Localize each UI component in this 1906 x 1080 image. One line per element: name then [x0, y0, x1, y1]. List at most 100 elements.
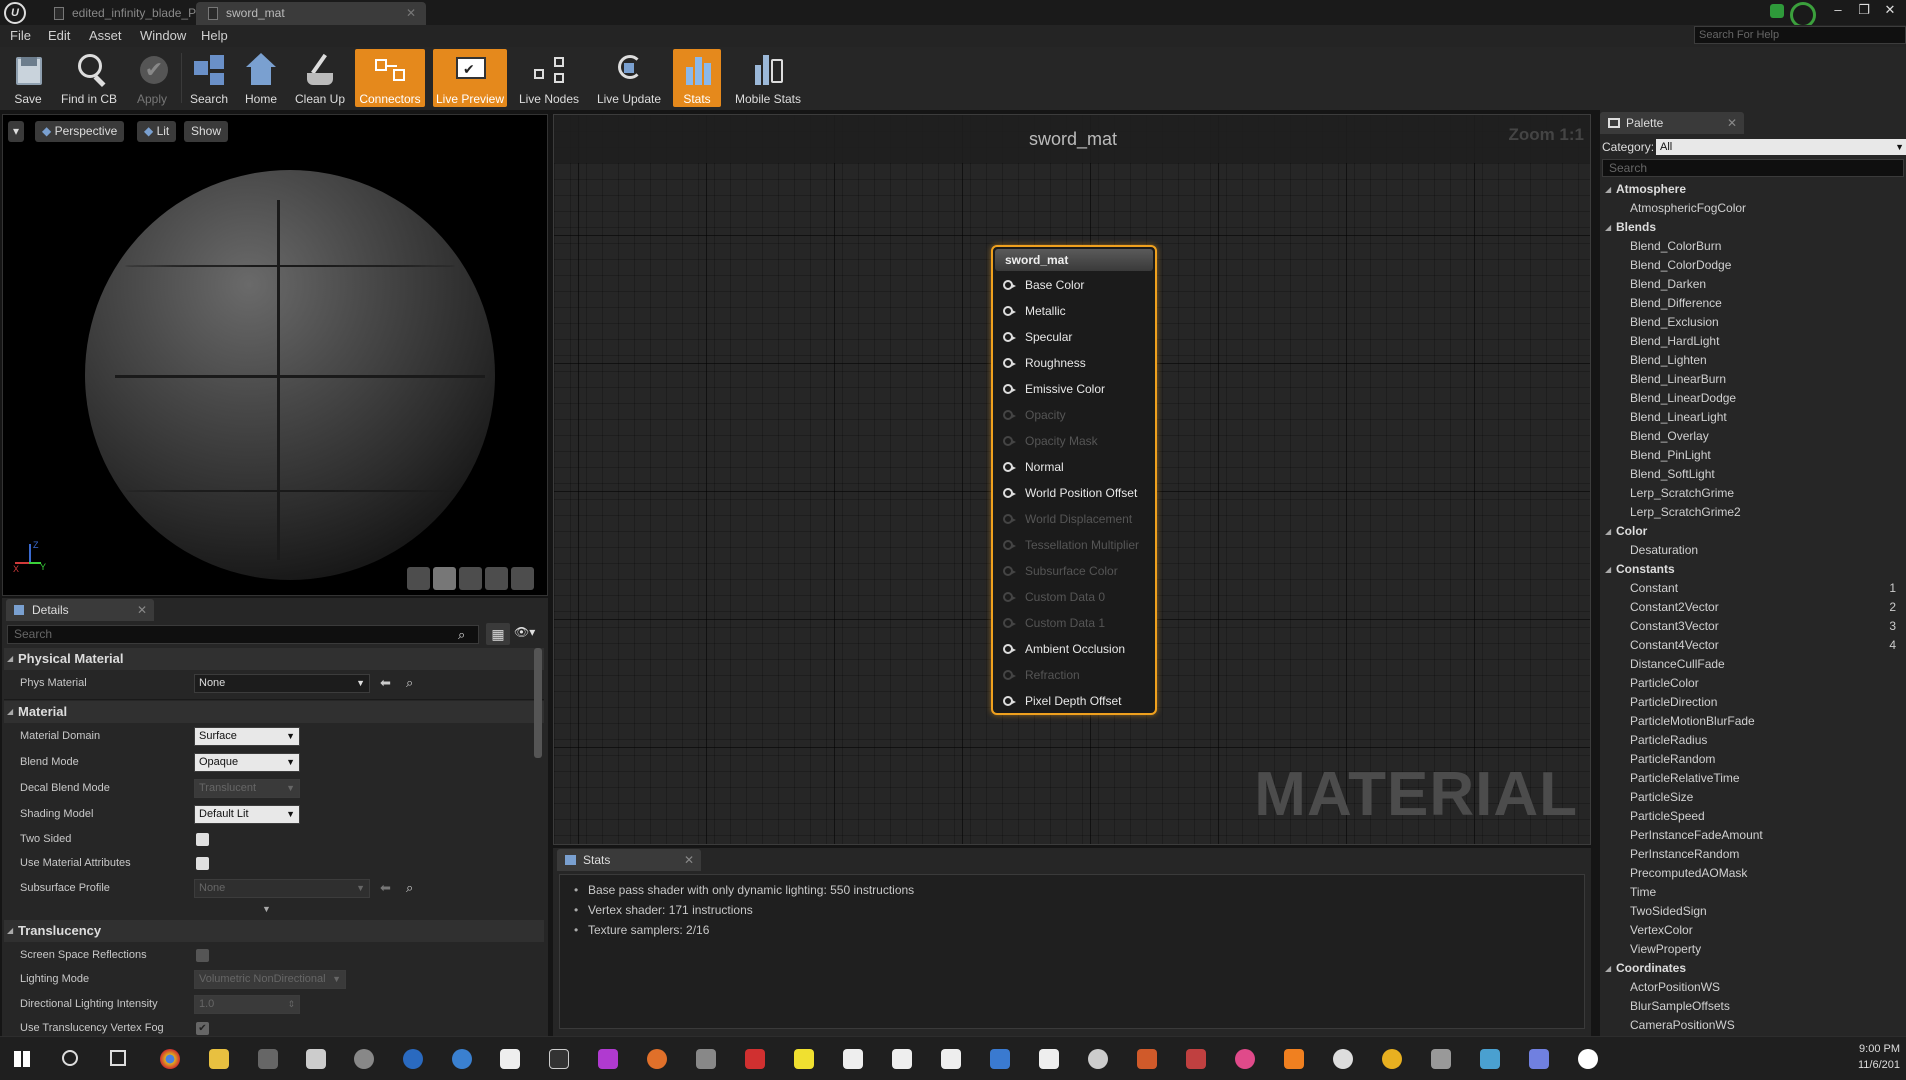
app-icon[interactable] [1333, 1049, 1353, 1069]
cylinder-preview-button[interactable] [407, 567, 430, 590]
palette-category[interactable]: Coordinates [1600, 959, 1906, 978]
app-icon[interactable] [598, 1049, 618, 1069]
pin-refraction[interactable]: Refraction [1003, 665, 1080, 685]
palette-item[interactable]: ParticleSize [1600, 788, 1906, 807]
app-icon[interactable] [843, 1049, 863, 1069]
pin-connector-icon[interactable] [1003, 280, 1016, 290]
lit-button[interactable]: ◆ Lit [137, 121, 177, 142]
material-result-node[interactable]: sword_mat Base Color Metallic Specular Roug… [991, 245, 1157, 715]
directional-lighting-intensity-spinbox[interactable]: 1.0 ⇕ [194, 995, 300, 1014]
phys-material-combo[interactable]: None ▼ [194, 674, 370, 693]
palette-item[interactable]: Blend_Exclusion [1600, 313, 1906, 332]
minimize-icon[interactable]: – [1826, 0, 1850, 22]
decal-blend-mode-combo[interactable]: Translucent ▼ [194, 779, 300, 798]
palette-item[interactable]: BlurSampleOffsets [1600, 997, 1906, 1016]
pin-roughness[interactable]: Roughness [1003, 353, 1086, 373]
palette-category[interactable]: Constants [1600, 560, 1906, 579]
pin-connector-icon[interactable] [1003, 306, 1016, 316]
palette-category[interactable]: Atmosphere [1600, 180, 1906, 199]
palette-item[interactable]: PerInstanceRandom [1600, 845, 1906, 864]
pin-connector-icon[interactable] [1003, 410, 1016, 420]
pin-subsurface-color[interactable]: Subsurface Color [1003, 561, 1118, 581]
palette-item[interactable]: ParticleDirection [1600, 693, 1906, 712]
pin-custom-data-1[interactable]: Custom Data 1 [1003, 613, 1105, 633]
pin-custom-data-0[interactable]: Custom Data 0 [1003, 587, 1105, 607]
sphere-preview-button[interactable] [433, 567, 456, 590]
close-tab-icon[interactable]: ✕ [1727, 112, 1737, 134]
search-button[interactable]: Search [186, 49, 232, 107]
palette-item[interactable]: Blend_ColorDodge [1600, 256, 1906, 275]
itunes-icon[interactable] [1235, 1049, 1255, 1069]
pin-connector-icon[interactable] [1003, 592, 1016, 602]
system-clock[interactable]: 9:00 PM 11/6/201 [1858, 1041, 1900, 1073]
details-scrollbar[interactable] [534, 648, 542, 758]
palette-item[interactable]: ViewProperty [1600, 940, 1906, 959]
palette-item[interactable]: Constant2Vector 2 [1600, 598, 1906, 617]
task-view-icon[interactable] [110, 1050, 126, 1066]
live-update-button[interactable]: Live Update [592, 49, 666, 107]
pin-base-color[interactable]: Base Color [1003, 275, 1084, 295]
document-icon[interactable] [941, 1049, 961, 1069]
connectors-button[interactable]: Connectors [355, 49, 425, 107]
close-tab-icon[interactable]: ✕ [684, 849, 694, 871]
find-in-cb-button[interactable]: Find in CB [56, 49, 122, 107]
pin-pixel-depth-offset[interactable]: Pixel Depth Offset [1003, 691, 1122, 711]
tab-sword-mat[interactable]: sword_mat ✕ [196, 2, 426, 25]
palette-item[interactable]: Lerp_ScratchGrime [1600, 484, 1906, 503]
palette-item[interactable]: ParticleColor [1600, 674, 1906, 693]
app-icon[interactable] [647, 1049, 667, 1069]
perspective-button[interactable]: ◆ Perspective [35, 121, 125, 142]
palette-item[interactable]: Lerp_ScratchGrime2 [1600, 503, 1906, 522]
plane-preview-button[interactable] [459, 567, 482, 590]
document-icon[interactable] [1039, 1049, 1059, 1069]
menu-asset[interactable]: Asset [89, 28, 122, 43]
file-explorer-icon[interactable] [209, 1049, 229, 1069]
cube-preview-button[interactable] [485, 567, 508, 590]
pin-connector-icon[interactable] [1003, 462, 1016, 472]
epic-games-icon[interactable] [549, 1049, 569, 1069]
palette-search-input[interactable]: Search [1602, 159, 1904, 177]
document-icon[interactable] [892, 1049, 912, 1069]
palette-item[interactable]: AtmosphericFogColor [1600, 199, 1906, 218]
palette-item[interactable]: Constant4Vector 4 [1600, 636, 1906, 655]
ssr-checkbox[interactable] [196, 949, 209, 962]
pin-normal[interactable]: Normal [1003, 457, 1064, 477]
palette-item[interactable]: PrecomputedAOMask [1600, 864, 1906, 883]
palette-item[interactable]: Blend_LinearBurn [1600, 370, 1906, 389]
app-icon[interactable] [354, 1049, 374, 1069]
category-physical-material[interactable]: Physical Material [4, 648, 544, 670]
palette-item[interactable]: Blend_PinLight [1600, 446, 1906, 465]
pin-connector-icon[interactable] [1003, 618, 1016, 628]
pin-connector-icon[interactable] [1003, 514, 1016, 524]
palette-item[interactable]: ParticleSpeed [1600, 807, 1906, 826]
palette-item[interactable]: Blend_Difference [1600, 294, 1906, 313]
browse-search-icon[interactable]: ⌕ [406, 675, 413, 691]
palette-item[interactable]: VertexColor [1600, 921, 1906, 940]
app-icon[interactable] [1382, 1049, 1402, 1069]
palette-item[interactable]: Blend_Overlay [1600, 427, 1906, 446]
close-tab-icon[interactable]: ✕ [137, 599, 147, 621]
show-button[interactable]: Show [184, 121, 229, 142]
palette-item[interactable]: TwoSidedSign [1600, 902, 1906, 921]
tab-details[interactable]: Details ✕ [6, 599, 154, 621]
pin-emissive-color[interactable]: Emissive Color [1003, 379, 1105, 399]
use-selected-arrow-icon[interactable]: ⬅ [380, 880, 391, 896]
view-options-icon[interactable]: ▦ [486, 623, 510, 645]
palette-item[interactable]: Blend_LinearLight [1600, 408, 1906, 427]
source-control-icon[interactable] [1770, 4, 1784, 18]
close-window-icon[interactable]: ✕ [1878, 0, 1902, 22]
palette-item[interactable]: Constant3Vector 3 [1600, 617, 1906, 636]
mobile-stats-button[interactable]: Mobile Stats [728, 49, 808, 107]
app-icon[interactable] [306, 1049, 326, 1069]
palette-item[interactable]: Blend_SoftLight [1600, 465, 1906, 484]
windows-start-icon[interactable] [14, 1051, 30, 1067]
app-icon[interactable] [452, 1049, 472, 1069]
category-material[interactable]: Material [4, 701, 544, 723]
home-button[interactable]: Home [240, 49, 282, 107]
live-nodes-button[interactable]: Live Nodes [514, 49, 584, 107]
pin-connector-icon[interactable] [1003, 358, 1016, 368]
use-selected-arrow-icon[interactable]: ⬅ [380, 675, 391, 691]
app-icon[interactable] [1088, 1049, 1108, 1069]
palette-item[interactable]: ParticleRadius [1600, 731, 1906, 750]
app-icon[interactable] [1186, 1049, 1206, 1069]
